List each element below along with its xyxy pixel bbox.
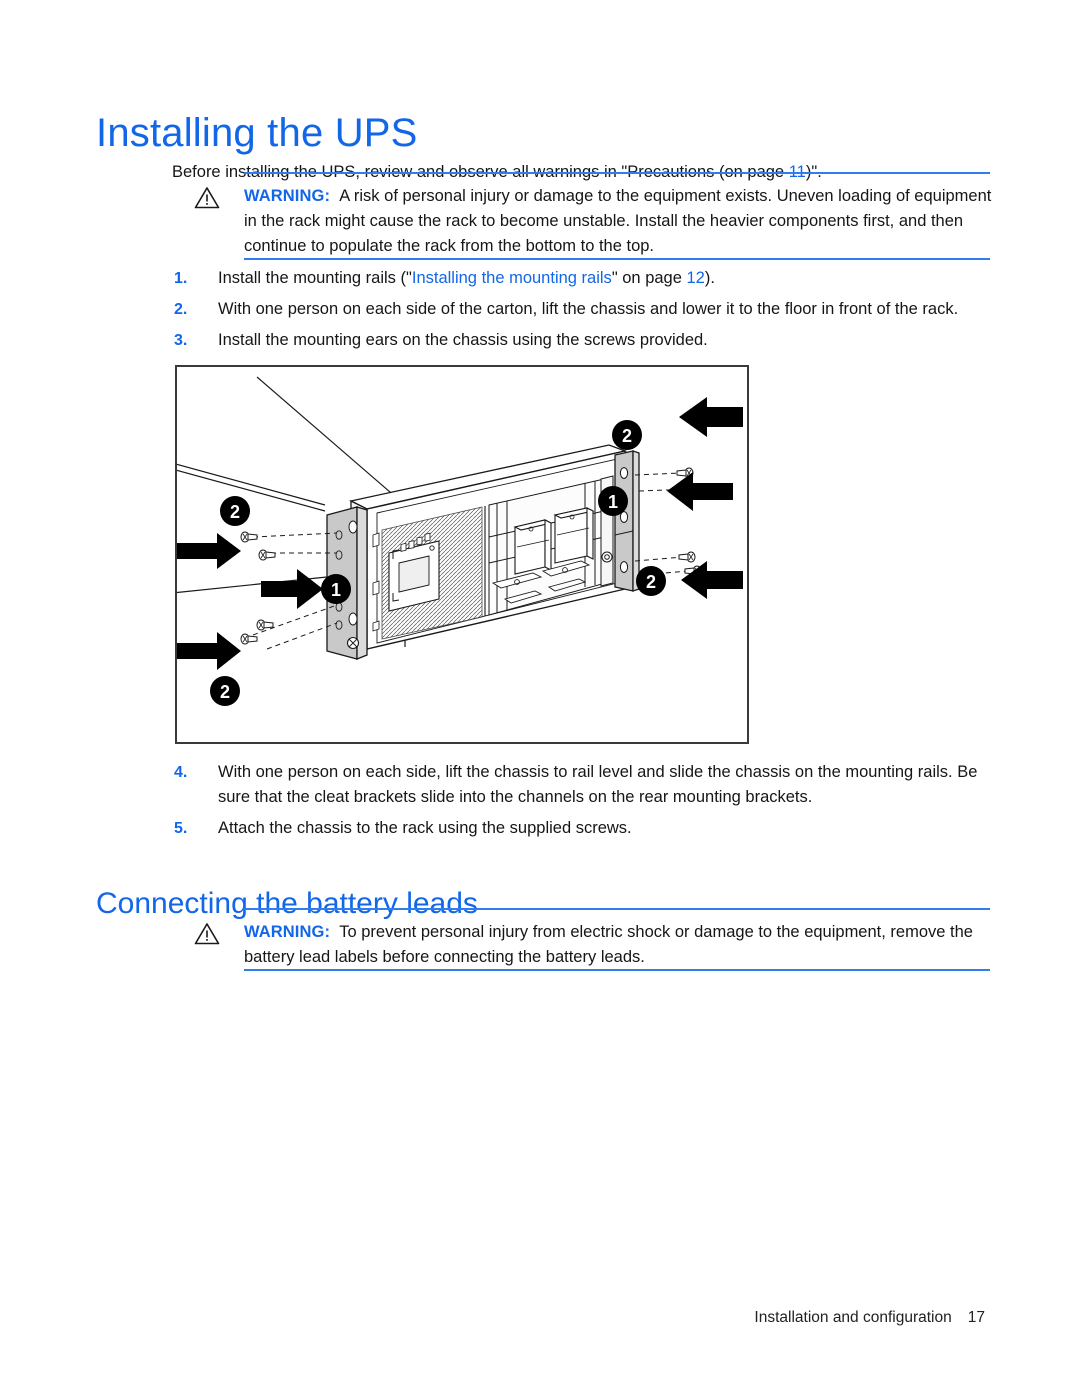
- list-item-text: With one person on each side, lift the c…: [218, 763, 978, 806]
- install-steps-list-a: 1. Install the mounting rails ("Installin…: [172, 266, 1002, 359]
- warning-rule-top: [244, 172, 990, 174]
- list-item: 5. Attach the chassis to the rack using t…: [172, 816, 1002, 841]
- list-item-number: 3.: [174, 332, 188, 349]
- warning-text-container: WARNING: A risk of personal injury or da…: [244, 184, 992, 259]
- mounting-rails-page-xref[interactable]: 12: [686, 269, 704, 287]
- list-item-text-suffix: ).: [704, 269, 715, 287]
- warning-text-container: WARNING: To prevent personal injury from…: [244, 920, 992, 970]
- list-item: 1. Install the mounting rails ("Installin…: [172, 266, 1002, 291]
- warning-rule-bottom: [244, 969, 990, 971]
- list-item-text-middle: " on page: [611, 269, 687, 287]
- callout-badge-left-bottom: 2: [220, 682, 230, 702]
- callout-badge-right-top: 2: [622, 426, 632, 446]
- list-item: 4. With one person on each side, lift the…: [172, 760, 1002, 810]
- list-item: 2. With one person on each side of the ca…: [172, 297, 1002, 322]
- document-page: Installing the UPS Before installing the…: [0, 0, 1080, 1397]
- warning-rule-bottom: [244, 258, 990, 260]
- list-item-text: With one person on each side of the cart…: [218, 300, 959, 318]
- footer-page-number: 17: [967, 1309, 985, 1326]
- section-title-connecting-battery-leads: Connecting the battery leads: [96, 886, 478, 920]
- footer-section-label: Installation and configuration: [754, 1309, 952, 1326]
- warning-label: WARNING:: [244, 187, 331, 205]
- callout-badge-left-middle: 1: [331, 580, 341, 600]
- list-item: 3. Install the mounting ears on the chass…: [172, 328, 1002, 353]
- mounting-rails-xref[interactable]: Installing the mounting rails: [412, 269, 612, 287]
- list-item-text-prefix: Install the mounting rails (": [218, 269, 412, 287]
- page-title: Installing the UPS: [96, 110, 418, 155]
- list-item-number: 2.: [174, 301, 188, 318]
- list-item-number: 1.: [174, 270, 188, 287]
- warning-body-text: A risk of personal injury or damage to t…: [244, 187, 992, 255]
- callout-badge-right-bottom: 2: [646, 572, 656, 592]
- warning-triangle-icon: [194, 922, 220, 945]
- list-item-text: Attach the chassis to the rack using the…: [218, 819, 632, 837]
- callout-badge-right-middle: 1: [608, 492, 618, 512]
- warning-rule-top: [244, 908, 990, 910]
- warning-triangle-icon: [194, 186, 220, 209]
- callout-badge-left-top: 2: [230, 502, 240, 522]
- list-item-number: 5.: [174, 820, 188, 837]
- figure-ups-mounting-ears: 2 1 2 2 1 2: [175, 365, 749, 744]
- warning-body-text: To prevent personal injury from electric…: [244, 923, 973, 966]
- page-footer: Installation and configuration 17: [0, 1309, 1080, 1327]
- list-item-text: Install the mounting ears on the chassis…: [218, 331, 708, 349]
- install-steps-list-b: 4. With one person on each side, lift the…: [172, 760, 1002, 847]
- warning-label: WARNING:: [244, 923, 331, 941]
- list-item-number: 4.: [174, 764, 188, 781]
